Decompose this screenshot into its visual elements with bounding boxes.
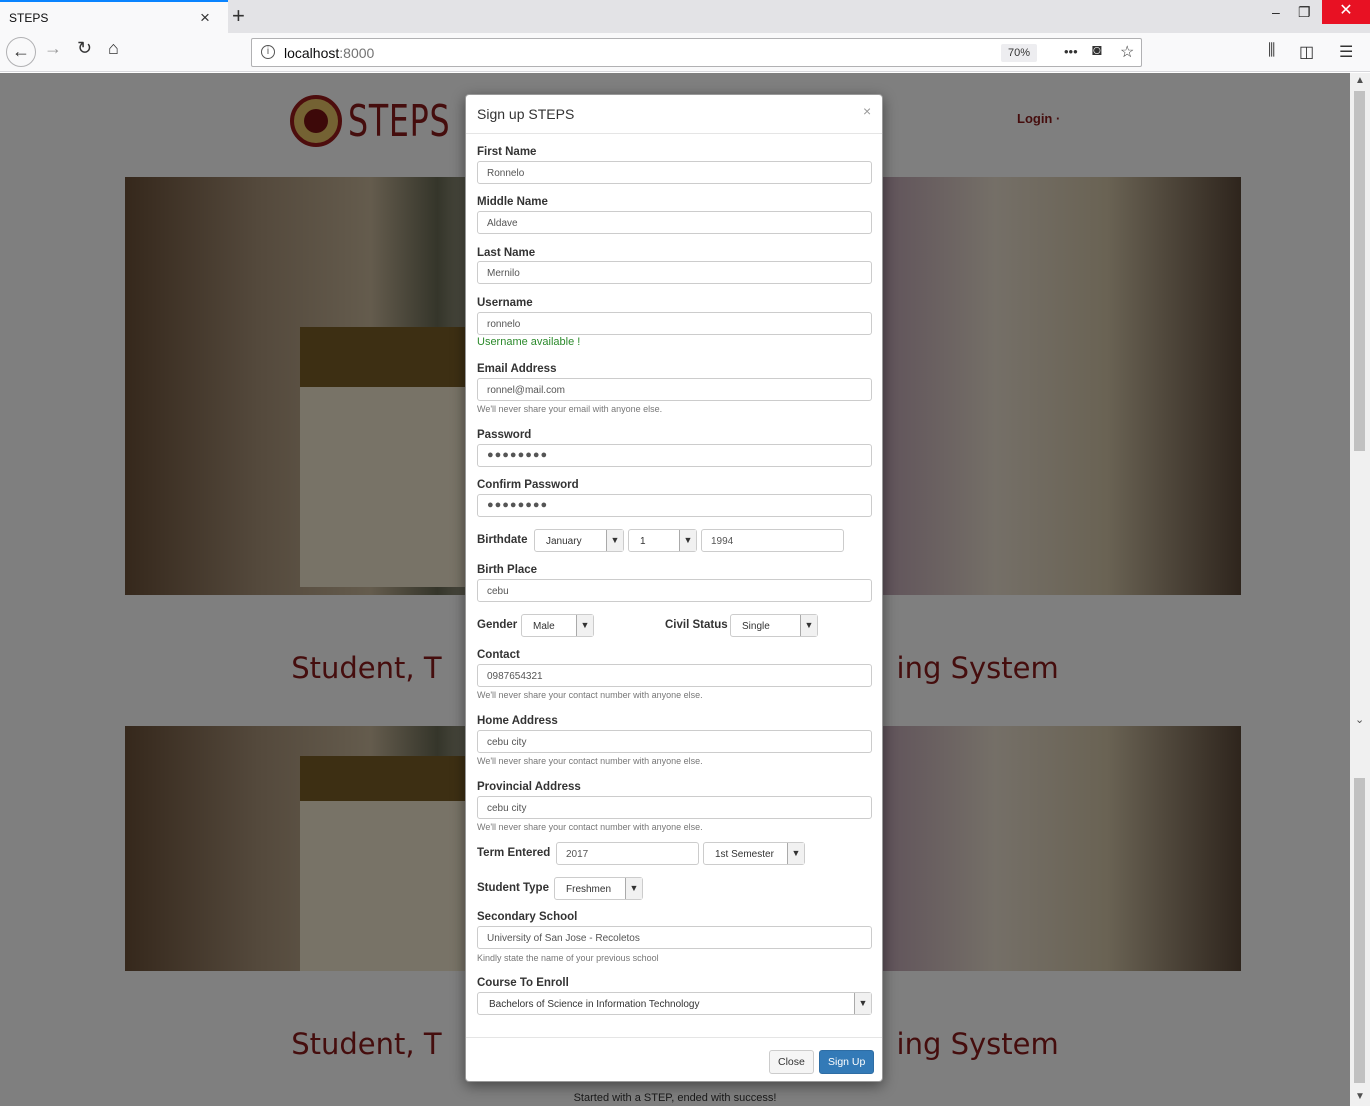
chevron-down-icon: ▼: [576, 615, 593, 636]
username-label: Username: [477, 297, 533, 309]
close-button[interactable]: Close: [769, 1050, 814, 1074]
page-scrollbar[interactable]: ▲ ⌄ ▼: [1350, 73, 1370, 1106]
middle-name-input[interactable]: Aldave: [477, 211, 872, 234]
student-type-label: Student Type: [477, 882, 549, 894]
password-label: Password: [477, 429, 532, 441]
library-icon[interactable]: ⫼: [1268, 42, 1275, 60]
username-status: Username available !: [477, 336, 581, 348]
restore-icon[interactable]: ❐: [1298, 4, 1311, 21]
provincial-address-input[interactable]: cebu city: [477, 796, 872, 819]
modal-close-icon[interactable]: ×: [863, 103, 871, 119]
url-host: localhost: [284, 45, 340, 61]
home-address-label: Home Address: [477, 715, 558, 727]
birth-month-value: January: [546, 536, 582, 547]
chevron-down-icon: ▼: [800, 615, 817, 636]
term-year-input[interactable]: 2017: [556, 842, 699, 865]
bookmark-star-icon[interactable]: ☆: [1120, 42, 1134, 62]
zoom-level[interactable]: 70%: [1001, 44, 1037, 62]
chevron-down-icon: ▼: [625, 878, 642, 899]
signup-modal: Sign up STEPS × First Name Ronnelo Middl…: [465, 94, 883, 1082]
course-value: Bachelors of Science in Information Tech…: [489, 999, 700, 1010]
contact-help: We'll never share your contact number wi…: [477, 690, 703, 700]
tab-bar: STEPS × + – ❐ ✕: [0, 0, 1370, 33]
semester-select[interactable]: 1st Semester ▼: [703, 842, 805, 865]
contact-input[interactable]: 0987654321: [477, 664, 872, 687]
pocket-icon[interactable]: ◙: [1092, 42, 1102, 60]
civil-status-select[interactable]: Single ▼: [730, 614, 818, 637]
contact-label: Contact: [477, 649, 520, 661]
tab-steps[interactable]: STEPS ×: [0, 0, 228, 33]
birth-month-select[interactable]: January ▼: [534, 529, 624, 552]
secondary-school-help: Kindly state the name of your previous s…: [477, 953, 659, 963]
civil-status-value: Single: [742, 621, 770, 632]
scroll-down-icon[interactable]: ▼: [1355, 1091, 1365, 1102]
gender-label: Gender: [477, 619, 518, 631]
first-name-input[interactable]: Ronnelo: [477, 161, 872, 184]
confirm-password-label: Confirm Password: [477, 479, 579, 491]
modal-title: Sign up STEPS: [477, 106, 575, 122]
chevron-down-icon: ▼: [606, 530, 623, 551]
term-entered-label: Term Entered: [477, 847, 551, 859]
new-tab-button[interactable]: +: [232, 3, 245, 29]
chevron-down-icon: ▼: [679, 530, 696, 551]
url-text: localhost:8000: [284, 45, 374, 61]
first-name-label: First Name: [477, 146, 537, 158]
scroll-thumb[interactable]: [1354, 91, 1365, 451]
sidebar-icon[interactable]: ◫: [1299, 42, 1314, 62]
modal-footer: Close Sign Up: [466, 1037, 882, 1081]
scroll-up-icon[interactable]: ▲: [1355, 75, 1365, 86]
home-address-help: We'll never share your contact number wi…: [477, 756, 703, 766]
chevron-down-icon: ▼: [854, 993, 871, 1014]
email-input[interactable]: ronnel@mail.com: [477, 378, 872, 401]
last-name-input[interactable]: Mernilo: [477, 261, 872, 284]
home-address-input[interactable]: cebu city: [477, 730, 872, 753]
info-icon[interactable]: i: [261, 45, 275, 59]
student-type-value: Freshmen: [566, 884, 612, 895]
scroll-thumb-modal[interactable]: [1354, 778, 1365, 1083]
course-select[interactable]: Bachelors of Science in Information Tech…: [477, 992, 872, 1015]
middle-name-label: Middle Name: [477, 196, 548, 208]
confirm-password-input[interactable]: ●●●●●●●●: [477, 494, 872, 517]
home-icon[interactable]: ⌂: [108, 38, 119, 59]
course-label: Course To Enroll: [477, 977, 569, 989]
semester-value: 1st Semester: [715, 849, 774, 860]
email-label: Email Address: [477, 363, 557, 375]
secondary-school-input[interactable]: University of San Jose - Recoletos: [477, 926, 872, 949]
birth-day-select[interactable]: 1 ▼: [628, 529, 697, 552]
window-close-icon[interactable]: ✕: [1322, 0, 1370, 24]
birth-year-input[interactable]: 1994: [701, 529, 844, 552]
secondary-school-label: Secondary School: [477, 911, 578, 923]
provincial-address-label: Provincial Address: [477, 781, 581, 793]
tab-close-icon[interactable]: ×: [200, 8, 210, 28]
minimize-icon[interactable]: –: [1272, 4, 1280, 20]
back-button[interactable]: ←: [6, 37, 36, 67]
gender-value: Male: [533, 621, 555, 632]
modal-header: Sign up STEPS ×: [466, 95, 882, 134]
chevron-down-icon[interactable]: ⌄: [1355, 713, 1364, 726]
gender-select[interactable]: Male ▼: [521, 614, 594, 637]
civil-status-label: Civil Status: [665, 619, 728, 631]
birth-day-value: 1: [640, 536, 646, 547]
browser-chrome: STEPS × + – ❐ ✕ ← → ↻ ⌂ i localhost:8000…: [0, 0, 1370, 72]
last-name-label: Last Name: [477, 247, 536, 259]
tab-title: STEPS: [9, 11, 49, 25]
sign-up-button[interactable]: Sign Up: [819, 1050, 875, 1074]
password-input[interactable]: ●●●●●●●●: [477, 444, 872, 467]
chevron-down-icon: ▼: [787, 843, 804, 864]
student-type-select[interactable]: Freshmen ▼: [554, 877, 643, 900]
provincial-address-help: We'll never share your contact number wi…: [477, 822, 703, 832]
birth-place-input[interactable]: cebu: [477, 579, 872, 602]
url-port: :8000: [339, 45, 375, 61]
username-input[interactable]: ronnelo: [477, 312, 872, 335]
url-bar[interactable]: i localhost:8000 70% ••• ◙ ☆: [251, 38, 1142, 67]
email-help: We'll never share your email with anyone…: [477, 404, 663, 414]
birth-place-label: Birth Place: [477, 564, 538, 576]
birthdate-label: Birthdate: [477, 534, 528, 546]
reload-icon[interactable]: ↻: [77, 38, 92, 59]
forward-button[interactable]: →: [44, 38, 62, 59]
menu-icon[interactable]: ☰: [1339, 42, 1353, 62]
page-actions-icon[interactable]: •••: [1064, 44, 1078, 59]
